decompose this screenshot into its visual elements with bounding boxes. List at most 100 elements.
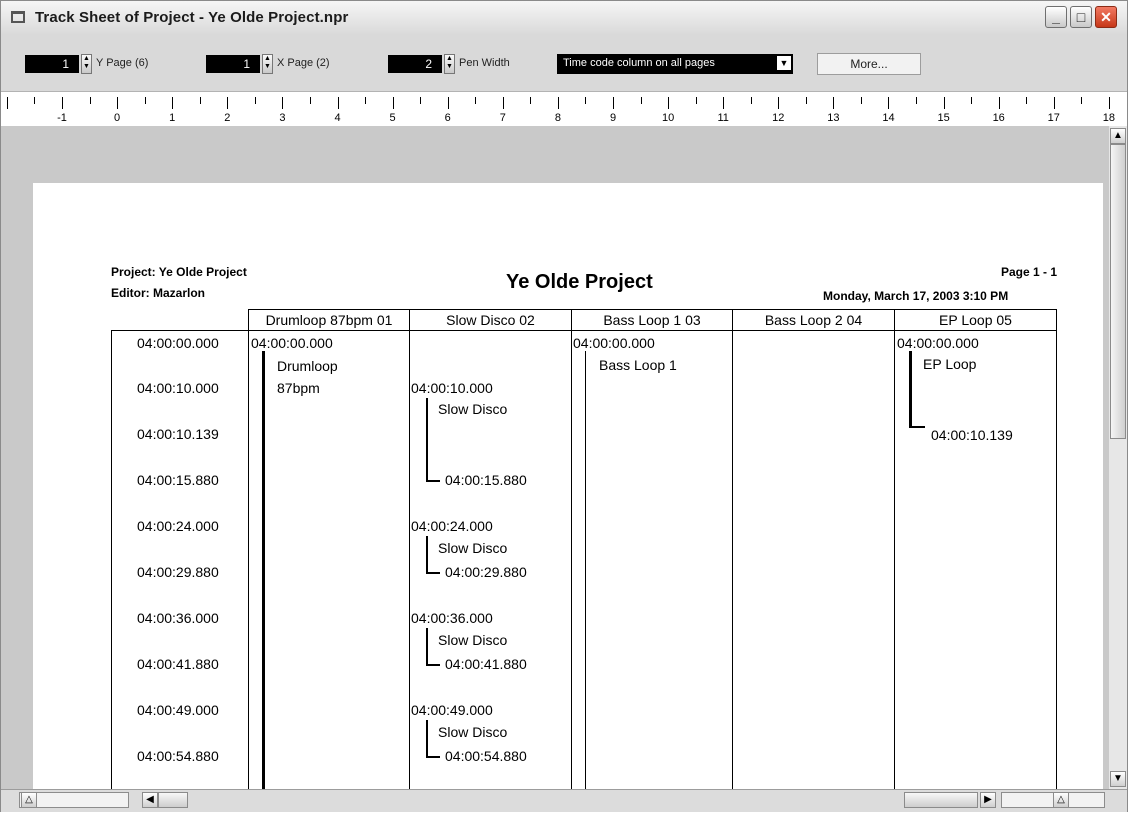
zoom-handle-icon[interactable]: △ — [1053, 792, 1069, 808]
ruler-number: 6 — [444, 112, 451, 124]
drumloop-duration-bar — [262, 351, 265, 789]
toolbar: 1 ▲ ▼ Y Page (6) 1 ▲ ▼ X Page (2) 2 ▲ ▼ Pen… — [1, 35, 1127, 91]
column-header-slow-disco: Slow Disco 02 — [446, 312, 535, 328]
ruler-number: 4 — [334, 112, 341, 124]
ruler-tick — [696, 97, 697, 104]
x-page-spinner[interactable]: ▲ ▼ — [262, 54, 273, 74]
horizontal-scroll-thumb[interactable] — [904, 792, 978, 808]
timecode-row: 04:00:15.880 — [137, 472, 219, 488]
timecode-row: 04:00:41.880 — [137, 656, 219, 672]
slow-disco-end: 04:00:29.880 — [445, 564, 527, 580]
ep-loop-end: 04:00:10.139 — [931, 427, 1013, 443]
horizontal-scroll-thumb[interactable] — [158, 792, 188, 808]
window-icon — [11, 11, 25, 23]
chevron-down-icon[interactable]: ▼ — [777, 56, 791, 70]
ruler-number: 7 — [499, 112, 506, 124]
column-header-bass-loop-1: Bass Loop 1 03 — [603, 312, 701, 328]
ruler-number: 3 — [279, 112, 286, 124]
ep-loop-name: EP Loop — [923, 356, 977, 372]
minimize-button[interactable]: _ — [1045, 6, 1067, 28]
ruler-tick — [420, 97, 421, 104]
column-divider — [894, 309, 895, 789]
vertical-scroll-thumb[interactable] — [1110, 144, 1126, 439]
timecode-row: 04:00:24.000 — [137, 518, 219, 534]
vertical-scrollbar[interactable]: ▲ ▼ — [1109, 126, 1127, 789]
ruler-number: 14 — [882, 112, 895, 124]
ruler-number: 13 — [827, 112, 840, 124]
column-header-bass-loop-2: Bass Loop 2 04 — [764, 312, 863, 328]
bass-loop-duration-bar — [585, 351, 586, 789]
close-button[interactable]: ✕ — [1095, 6, 1117, 28]
ruler-tick — [668, 97, 669, 109]
bass-loop-name: Bass Loop 1 — [599, 357, 677, 373]
slow-disco-duration-bar — [426, 720, 428, 758]
scroll-up-icon[interactable]: ▲ — [1110, 128, 1126, 144]
ruler-tick — [282, 97, 283, 109]
ruler-tick — [200, 97, 201, 104]
ruler-tick — [117, 97, 118, 109]
slow-disco-start: 04:00:49.000 — [411, 702, 493, 718]
ruler-tick — [7, 97, 8, 109]
slow-disco-end-tick — [426, 572, 440, 574]
ruler-tick — [365, 97, 366, 104]
pen-width-field[interactable]: 2 — [388, 55, 442, 73]
slow-disco-start: 04:00:10.000 — [411, 380, 493, 396]
slow-disco-end: 04:00:15.880 — [445, 472, 527, 488]
title-bar[interactable]: Track Sheet of Project - Ye Olde Project… — [1, 1, 1127, 36]
y-page-field[interactable]: 1 — [25, 55, 79, 73]
ruler-tick — [916, 97, 917, 104]
ruler-tick — [530, 97, 531, 104]
slow-disco-start: 04:00:36.000 — [411, 610, 493, 626]
ruler-tick — [1054, 97, 1055, 109]
ruler-tick — [585, 97, 586, 104]
slow-disco-end-tick — [426, 664, 440, 666]
x-page-label: X Page (2) — [277, 57, 330, 69]
slow-disco-duration-bar — [426, 536, 428, 574]
y-page-spinner[interactable]: ▲ ▼ — [81, 54, 92, 74]
track-sheet-window: Track Sheet of Project - Ye Olde Project… — [0, 0, 1128, 812]
x-page-field[interactable]: 1 — [206, 55, 260, 73]
ruler-number: 18 — [1102, 112, 1116, 124]
timecode-row: 04:00:36.000 — [137, 610, 219, 626]
ruler-number: 2 — [224, 112, 231, 124]
slow-disco-name: Slow Disco — [438, 632, 508, 648]
y-page-label: Y Page (6) — [96, 57, 149, 69]
ruler-tick — [145, 97, 146, 104]
scroll-left-icon[interactable]: ◀ — [142, 792, 158, 808]
ruler-tick — [172, 97, 173, 109]
ruler-tick — [338, 97, 339, 109]
slow-disco-end: 04:00:41.880 — [445, 656, 527, 672]
ep-loop-duration-bar — [909, 351, 912, 428]
ruler-tick — [475, 97, 476, 104]
zoom-handle-icon[interactable]: △ — [21, 792, 37, 808]
ruler-number: 15 — [937, 112, 950, 124]
window-title: Track Sheet of Project - Ye Olde Project… — [35, 9, 349, 26]
slow-disco-name: Slow Disco — [438, 401, 508, 417]
date-line: Monday, March 17, 2003 3:10 PM — [823, 289, 1009, 303]
bass-loop-start: 04:00:00.000 — [573, 335, 655, 351]
ruler-tick — [833, 97, 834, 109]
scroll-down-icon[interactable]: ▼ — [1110, 771, 1126, 787]
ruler-tick — [1109, 97, 1110, 109]
more-button[interactable]: More... — [817, 53, 921, 75]
timecode-row: 04:00:54.880 — [137, 748, 219, 764]
slow-disco-duration-bar — [426, 628, 428, 666]
ruler-number: 10 — [661, 112, 675, 124]
slow-disco-start: 04:00:24.000 — [411, 518, 493, 534]
scroll-right-icon[interactable]: ▶ — [980, 792, 996, 808]
table-header-border — [111, 330, 1057, 331]
timecode-column-dropdown[interactable]: Time code column on all pages ▼ — [557, 54, 793, 74]
slow-disco-end: 04:00:54.880 — [445, 748, 527, 764]
ruler-tick — [1081, 97, 1082, 104]
timecode-column-value: Time code column on all pages — [563, 57, 715, 69]
ruler-number: -1 — [57, 112, 67, 124]
pen-width-spinner[interactable]: ▲ ▼ — [444, 54, 455, 74]
timecode-row: 04:00:10.139 — [137, 426, 219, 442]
ruler-tick — [503, 97, 504, 109]
horizontal-scrollbar[interactable]: △ ◀ ▶ △ — [1, 789, 1127, 812]
column-divider — [571, 309, 572, 789]
ruler-number: 12 — [772, 112, 785, 124]
maximize-button[interactable]: □ — [1070, 6, 1092, 28]
ruler-number: 17 — [1047, 112, 1060, 124]
page-viewport[interactable] — [1, 126, 1109, 789]
